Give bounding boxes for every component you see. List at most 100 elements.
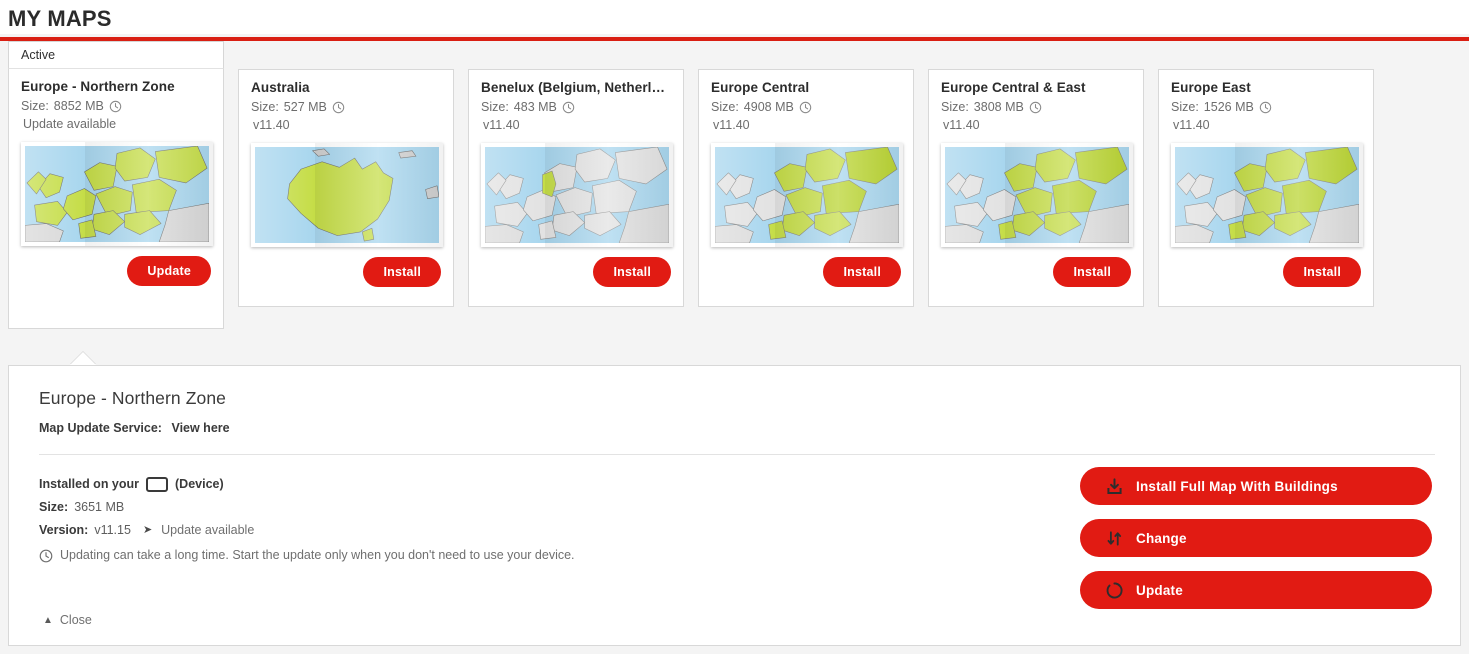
- map-card-size-value: 3808 MB: [973, 100, 1024, 114]
- device-icon: [146, 477, 169, 492]
- map-thumbnail-australia: [251, 143, 443, 247]
- detail-title: Europe - Northern Zone: [39, 388, 227, 408]
- map-card-subtext: Update available: [23, 117, 117, 131]
- map-update-service-label: Map Update Service:: [39, 421, 162, 435]
- install-button[interactable]: Install: [593, 257, 671, 287]
- map-card-size: Size: 1526 MB: [1171, 98, 1361, 116]
- install-button[interactable]: Install: [1283, 257, 1361, 287]
- install-button[interactable]: Install: [1053, 257, 1131, 287]
- detail-version-status: Update available: [161, 523, 255, 537]
- map-card-size-label: Size:: [941, 100, 969, 114]
- installed-on-device: (Device): [175, 477, 224, 491]
- installed-on-label: Installed on your: [39, 477, 140, 491]
- change-button[interactable]: Change: [1080, 519, 1432, 557]
- map-card-subtext: v11.40: [943, 118, 980, 132]
- detail-actions: Install Full Map With Buildings Change U…: [1080, 455, 1432, 609]
- close-label: Close: [59, 613, 92, 627]
- map-card-subtext: v11.40: [1173, 118, 1210, 132]
- map-card-size-value: 1526 MB: [1203, 100, 1254, 114]
- download-icon: [1104, 476, 1124, 496]
- chevron-up-icon: ▲: [43, 614, 53, 626]
- map-card-title: Europe East: [1171, 80, 1251, 95]
- map-card-subtext: v11.40: [713, 118, 750, 132]
- map-thumbnail-europe-central: [711, 143, 903, 247]
- detail-size-label: Size:: [39, 500, 69, 514]
- maps-card-strip: Active Europe - Northern Zone Size: 8852…: [0, 41, 1469, 346]
- map-card-size-label: Size:: [21, 99, 49, 113]
- change-label: Change: [1136, 530, 1187, 546]
- detail-version-label: Version:: [39, 523, 89, 537]
- my-maps-page: MY MAPS Active Europe - Northern Zone Si…: [0, 0, 1469, 654]
- detail-body: Installed on your (Device) Size: 3651 MB…: [39, 455, 1432, 609]
- map-card-size-label: Size:: [711, 100, 739, 114]
- map-card-size-label: Size:: [1171, 100, 1199, 114]
- clock-icon: [562, 101, 575, 114]
- clock-icon: [39, 549, 53, 562]
- map-card-title: Australia: [251, 80, 310, 95]
- map-card-europe-northern-zone[interactable]: Europe - Northern Zone Size: 8852 MB Upd…: [8, 69, 224, 329]
- map-thumbnail-europe-central-east: [941, 143, 1133, 247]
- page-title: MY MAPS: [8, 6, 112, 31]
- arrow-right-icon: ➤: [142, 524, 153, 536]
- installed-on-row: Installed on your (Device): [39, 473, 575, 496]
- map-card-title: Europe - Northern Zone: [21, 79, 175, 94]
- map-card-size-value: 4908 MB: [743, 100, 794, 114]
- active-tab-label: Active: [21, 48, 56, 62]
- install-button[interactable]: Install: [823, 257, 901, 287]
- map-detail-panel: Europe - Northern Zone Map Update Servic…: [8, 365, 1461, 646]
- update-duration-note-text: Updating can take a long time. Start the…: [60, 548, 575, 562]
- map-update-service-row: Map Update Service: View here: [39, 421, 1432, 435]
- install-full-map-with-buildings-button[interactable]: Install Full Map With Buildings: [1080, 467, 1432, 505]
- map-card-wrapper: Europe Central Size: 4908 MB v11.40 Inst…: [698, 41, 914, 307]
- map-card-size: Size: 4908 MB: [711, 98, 901, 116]
- map-card-wrapper: Europe East Size: 1526 MB v11.40 Install: [1158, 41, 1374, 307]
- clock-icon: [332, 101, 345, 114]
- clock-icon: [1029, 101, 1042, 114]
- map-thumbnail-europe-north: [21, 142, 213, 246]
- map-card-title: Europe Central & East: [941, 80, 1086, 95]
- map-card-size-value: 527 MB: [283, 100, 327, 114]
- map-card-action-row: Install: [251, 257, 441, 287]
- map-card-action-row: Update: [21, 256, 211, 286]
- view-here-link[interactable]: View here: [171, 421, 229, 435]
- clock-icon: [109, 100, 122, 113]
- map-card-subtext: v11.40: [253, 118, 290, 132]
- map-thumbnail-benelux: [481, 143, 673, 247]
- clock-icon: [1259, 101, 1272, 114]
- map-card-size: Size: 3808 MB: [941, 98, 1131, 116]
- map-card-europe-central-east[interactable]: Europe Central & East Size: 3808 MB v11.…: [928, 69, 1144, 307]
- map-card-size: Size: 8852 MB: [21, 97, 211, 115]
- map-card-europe-central[interactable]: Europe Central Size: 4908 MB v11.40 Inst…: [698, 69, 914, 307]
- map-card-size: Size: 483 MB: [481, 98, 671, 116]
- map-card-action-row: Install: [711, 257, 901, 287]
- map-card-australia[interactable]: Australia Size: 527 MB v11.40 Install: [238, 69, 454, 307]
- install-full-map-label: Install Full Map With Buildings: [1136, 478, 1338, 494]
- install-button[interactable]: Install: [363, 257, 441, 287]
- page-header: MY MAPS: [0, 0, 1469, 34]
- update-button[interactable]: Update: [1080, 571, 1432, 609]
- map-thumbnail-europe-east: [1171, 143, 1363, 247]
- map-card-wrapper: Australia Size: 527 MB v11.40 Install: [238, 41, 454, 307]
- detail-size-value: 3651 MB: [74, 500, 125, 514]
- map-card-size: Size: 527 MB: [251, 98, 441, 116]
- detail-version-row: Version: v11.15 ➤ Update available: [39, 519, 575, 542]
- detail-info-block: Installed on your (Device) Size: 3651 MB…: [39, 455, 575, 609]
- map-card-action-row: Install: [481, 257, 671, 287]
- map-card-action-row: Install: [941, 257, 1131, 287]
- close-panel-button[interactable]: ▲ Close: [43, 613, 92, 627]
- map-card-wrapper: Europe Central & East Size: 3808 MB v11.…: [928, 41, 1144, 307]
- map-card-size-value: 483 MB: [513, 100, 557, 114]
- swap-arrows-icon: [1104, 528, 1124, 548]
- detail-size-row: Size: 3651 MB: [39, 496, 575, 519]
- map-card-size-value: 8852 MB: [53, 99, 104, 113]
- active-tab[interactable]: Active: [8, 41, 224, 69]
- maps-card-list: Active Europe - Northern Zone Size: 8852…: [8, 41, 1469, 329]
- refresh-icon: [1104, 580, 1124, 600]
- map-card-europe-east[interactable]: Europe East Size: 1526 MB v11.40 Install: [1158, 69, 1374, 307]
- detail-version-value: v11.15: [94, 523, 131, 537]
- map-card-benelux[interactable]: Benelux (Belgium, Netherlan... Size: 483…: [468, 69, 684, 307]
- map-card-subtext: v11.40: [483, 118, 520, 132]
- panel-pointer-caret: [70, 352, 96, 365]
- update-button[interactable]: Update: [127, 256, 211, 286]
- map-card-title: Benelux (Belgium, Netherlan...: [481, 80, 671, 95]
